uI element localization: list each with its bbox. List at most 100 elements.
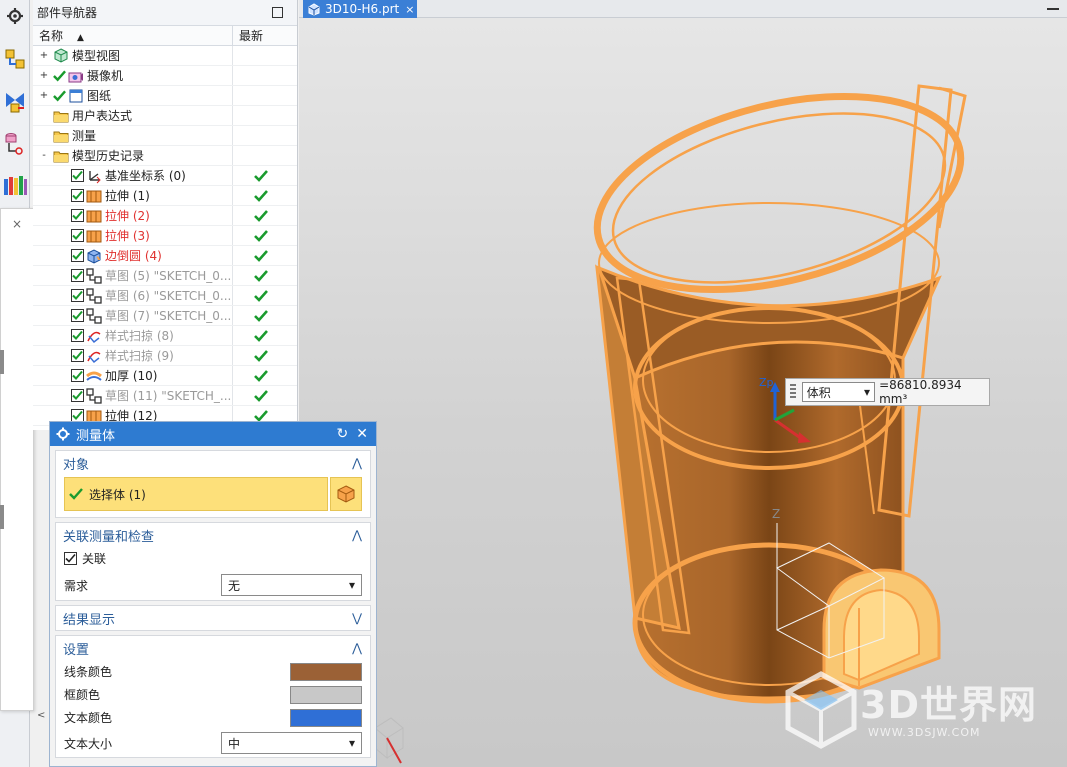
tree-node[interactable]: 草图 (7) "SKETCH_0...	[33, 306, 297, 326]
tree-node[interactable]: 草图 (6) "SKETCH_0...	[33, 286, 297, 306]
tree-node-label: 加厚 (10)	[105, 368, 158, 383]
line-color-label: 线条颜色	[64, 665, 113, 679]
select-body-row[interactable]: 选择体 (1)	[64, 477, 362, 511]
close-icon[interactable]: ✕	[356, 426, 368, 442]
gear-icon[interactable]	[2, 2, 28, 30]
suppress-checkbox[interactable]	[71, 169, 84, 182]
reuse-library-icon[interactable]	[2, 172, 28, 200]
tree-node-name: 草图 (11) "SKETCH_...	[33, 386, 233, 405]
associative-section-header[interactable]: 关联测量和检查 ⋀	[56, 523, 370, 547]
box-color-swatch[interactable]	[290, 685, 362, 704]
graphics-window[interactable]: Z Zp 体积 ▾ =86810.8934 mm³ 3D世界网 WWW.3DSJ…	[299, 18, 1067, 767]
measure-type-select[interactable]: 体积 ▾	[801, 382, 876, 402]
expand-icon[interactable]: +	[39, 66, 49, 85]
visibility-check-icon[interactable]	[53, 69, 66, 83]
constraint-navigator-icon[interactable]	[2, 88, 28, 116]
assembly-navigator-icon[interactable]	[2, 46, 28, 74]
tree-node[interactable]: 拉伸 (1)	[33, 186, 297, 206]
up-to-date-check-icon	[253, 309, 268, 323]
minimize-icon[interactable]	[1047, 8, 1059, 10]
object-section: 对象 ⋀ 选择体 (1)	[55, 450, 371, 518]
tree-node[interactable]: - 模型历史记录	[33, 146, 297, 166]
chevron-down-icon: ▾	[348, 736, 355, 750]
suppress-checkbox[interactable]	[71, 369, 84, 382]
tree-node-name: 测量	[33, 126, 233, 145]
requirement-value: 无	[228, 578, 241, 593]
tree-node[interactable]: 草图 (11) "SKETCH_...	[33, 386, 297, 406]
latest-status	[233, 326, 288, 345]
thicken-icon	[86, 368, 105, 384]
line-color-swatch[interactable]	[290, 662, 362, 681]
object-section-header[interactable]: 对象 ⋀	[56, 451, 370, 475]
dialog-title: 测量体	[76, 428, 116, 444]
reset-icon[interactable]: ↻	[337, 426, 349, 442]
select-body-field[interactable]: 选择体 (1)	[64, 477, 328, 511]
tree-node[interactable]: 基准坐标系 (0)	[33, 166, 297, 186]
measure-readout: 体积 ▾ =86810.8934 mm³	[785, 378, 990, 406]
close-icon[interactable]: ×	[12, 217, 22, 231]
collapsed-side-panel: ×	[0, 208, 34, 711]
maximize-icon[interactable]	[272, 7, 283, 18]
camera-icon	[68, 68, 87, 84]
tab-part-file[interactable]: 3D10-H6.prt ×	[303, 0, 417, 18]
settings-section-title: 设置	[63, 642, 90, 658]
chevron-down-icon: ▾	[348, 578, 355, 592]
tree-node-label: 草图 (11) "SKETCH_...	[105, 388, 232, 403]
associative-section: 关联测量和检查 ⋀ 关联 需求 无 ▾	[55, 522, 371, 601]
tree-node[interactable]: 拉伸 (2)	[33, 206, 297, 226]
panel-edge-marker	[0, 350, 4, 374]
expand-icon[interactable]: +	[39, 46, 49, 65]
visibility-check-icon[interactable]	[53, 89, 66, 103]
suppress-checkbox[interactable]	[71, 389, 84, 402]
result-display-section: 结果显示 ⋁	[55, 605, 371, 631]
suppress-checkbox[interactable]	[71, 309, 84, 322]
tree-node[interactable]: 加厚 (10)	[33, 366, 297, 386]
drag-handle[interactable]	[790, 384, 796, 400]
tree-node[interactable]: 样式扫掠 (8)	[33, 326, 297, 346]
expand-icon[interactable]: +	[39, 86, 49, 105]
suppress-checkbox[interactable]	[71, 289, 84, 302]
text-color-swatch[interactable]	[290, 708, 362, 727]
settings-section-header[interactable]: 设置 ⋀	[56, 636, 370, 660]
requirement-select[interactable]: 无 ▾	[221, 574, 362, 596]
column-name-header[interactable]: 名称 ▲	[33, 26, 233, 45]
collapse-icon[interactable]: -	[39, 146, 49, 165]
text-size-select[interactable]: 中 ▾	[221, 732, 362, 754]
tree-node-label: 用户表达式	[72, 108, 133, 123]
styled-sweep-icon	[86, 348, 105, 364]
suppress-checkbox[interactable]	[71, 249, 84, 262]
tree-node-label: 摄像机	[87, 68, 124, 83]
tab-close-icon[interactable]: ×	[405, 3, 414, 16]
tree-node[interactable]: 测量	[33, 126, 297, 146]
tree-node[interactable]: 样式扫掠 (9)	[33, 346, 297, 366]
tree-node[interactable]: 用户表达式	[33, 106, 297, 126]
up-to-date-check-icon	[253, 189, 268, 203]
column-latest-header[interactable]: 最新	[233, 26, 263, 45]
result-display-header[interactable]: 结果显示 ⋁	[56, 606, 370, 630]
tree-node[interactable]: + 图纸	[33, 86, 297, 106]
scroll-left-icon[interactable]: <	[37, 710, 45, 721]
part-navigator-icon[interactable]	[2, 130, 28, 158]
part-navigator-title: 部件导航器	[37, 6, 98, 20]
suppress-checkbox[interactable]	[71, 189, 84, 202]
tree-node[interactable]: + 摄像机	[33, 66, 297, 86]
suppress-checkbox[interactable]	[71, 329, 84, 342]
tree-node[interactable]: + 模型视图	[33, 46, 297, 66]
text-size-value: 中	[228, 736, 241, 751]
navigator-tree: + 模型视图 + 摄像机 + 图纸 用户表达式 测量 - 模型历史记录 基准坐标系 (0) 拉伸 (1…	[33, 46, 297, 426]
tree-node[interactable]: 拉伸 (3)	[33, 226, 297, 246]
suppress-checkbox[interactable]	[71, 229, 84, 242]
tree-node-name: 拉伸 (3)	[33, 226, 233, 245]
up-to-date-check-icon	[253, 249, 268, 263]
associative-checkbox[interactable]	[64, 552, 77, 565]
select-body-button[interactable]	[330, 477, 362, 511]
document-tab-bar: 3D10-H6.prt ×	[299, 0, 1067, 18]
tree-node[interactable]: 边倒圆 (4)	[33, 246, 297, 266]
latest-status	[233, 206, 288, 225]
tree-node-label: 拉伸 (2)	[105, 208, 150, 223]
tree-node[interactable]: 草图 (5) "SKETCH_0...	[33, 266, 297, 286]
extrude-icon	[86, 228, 105, 244]
suppress-checkbox[interactable]	[71, 269, 84, 282]
suppress-checkbox[interactable]	[71, 349, 84, 362]
suppress-checkbox[interactable]	[71, 209, 84, 222]
